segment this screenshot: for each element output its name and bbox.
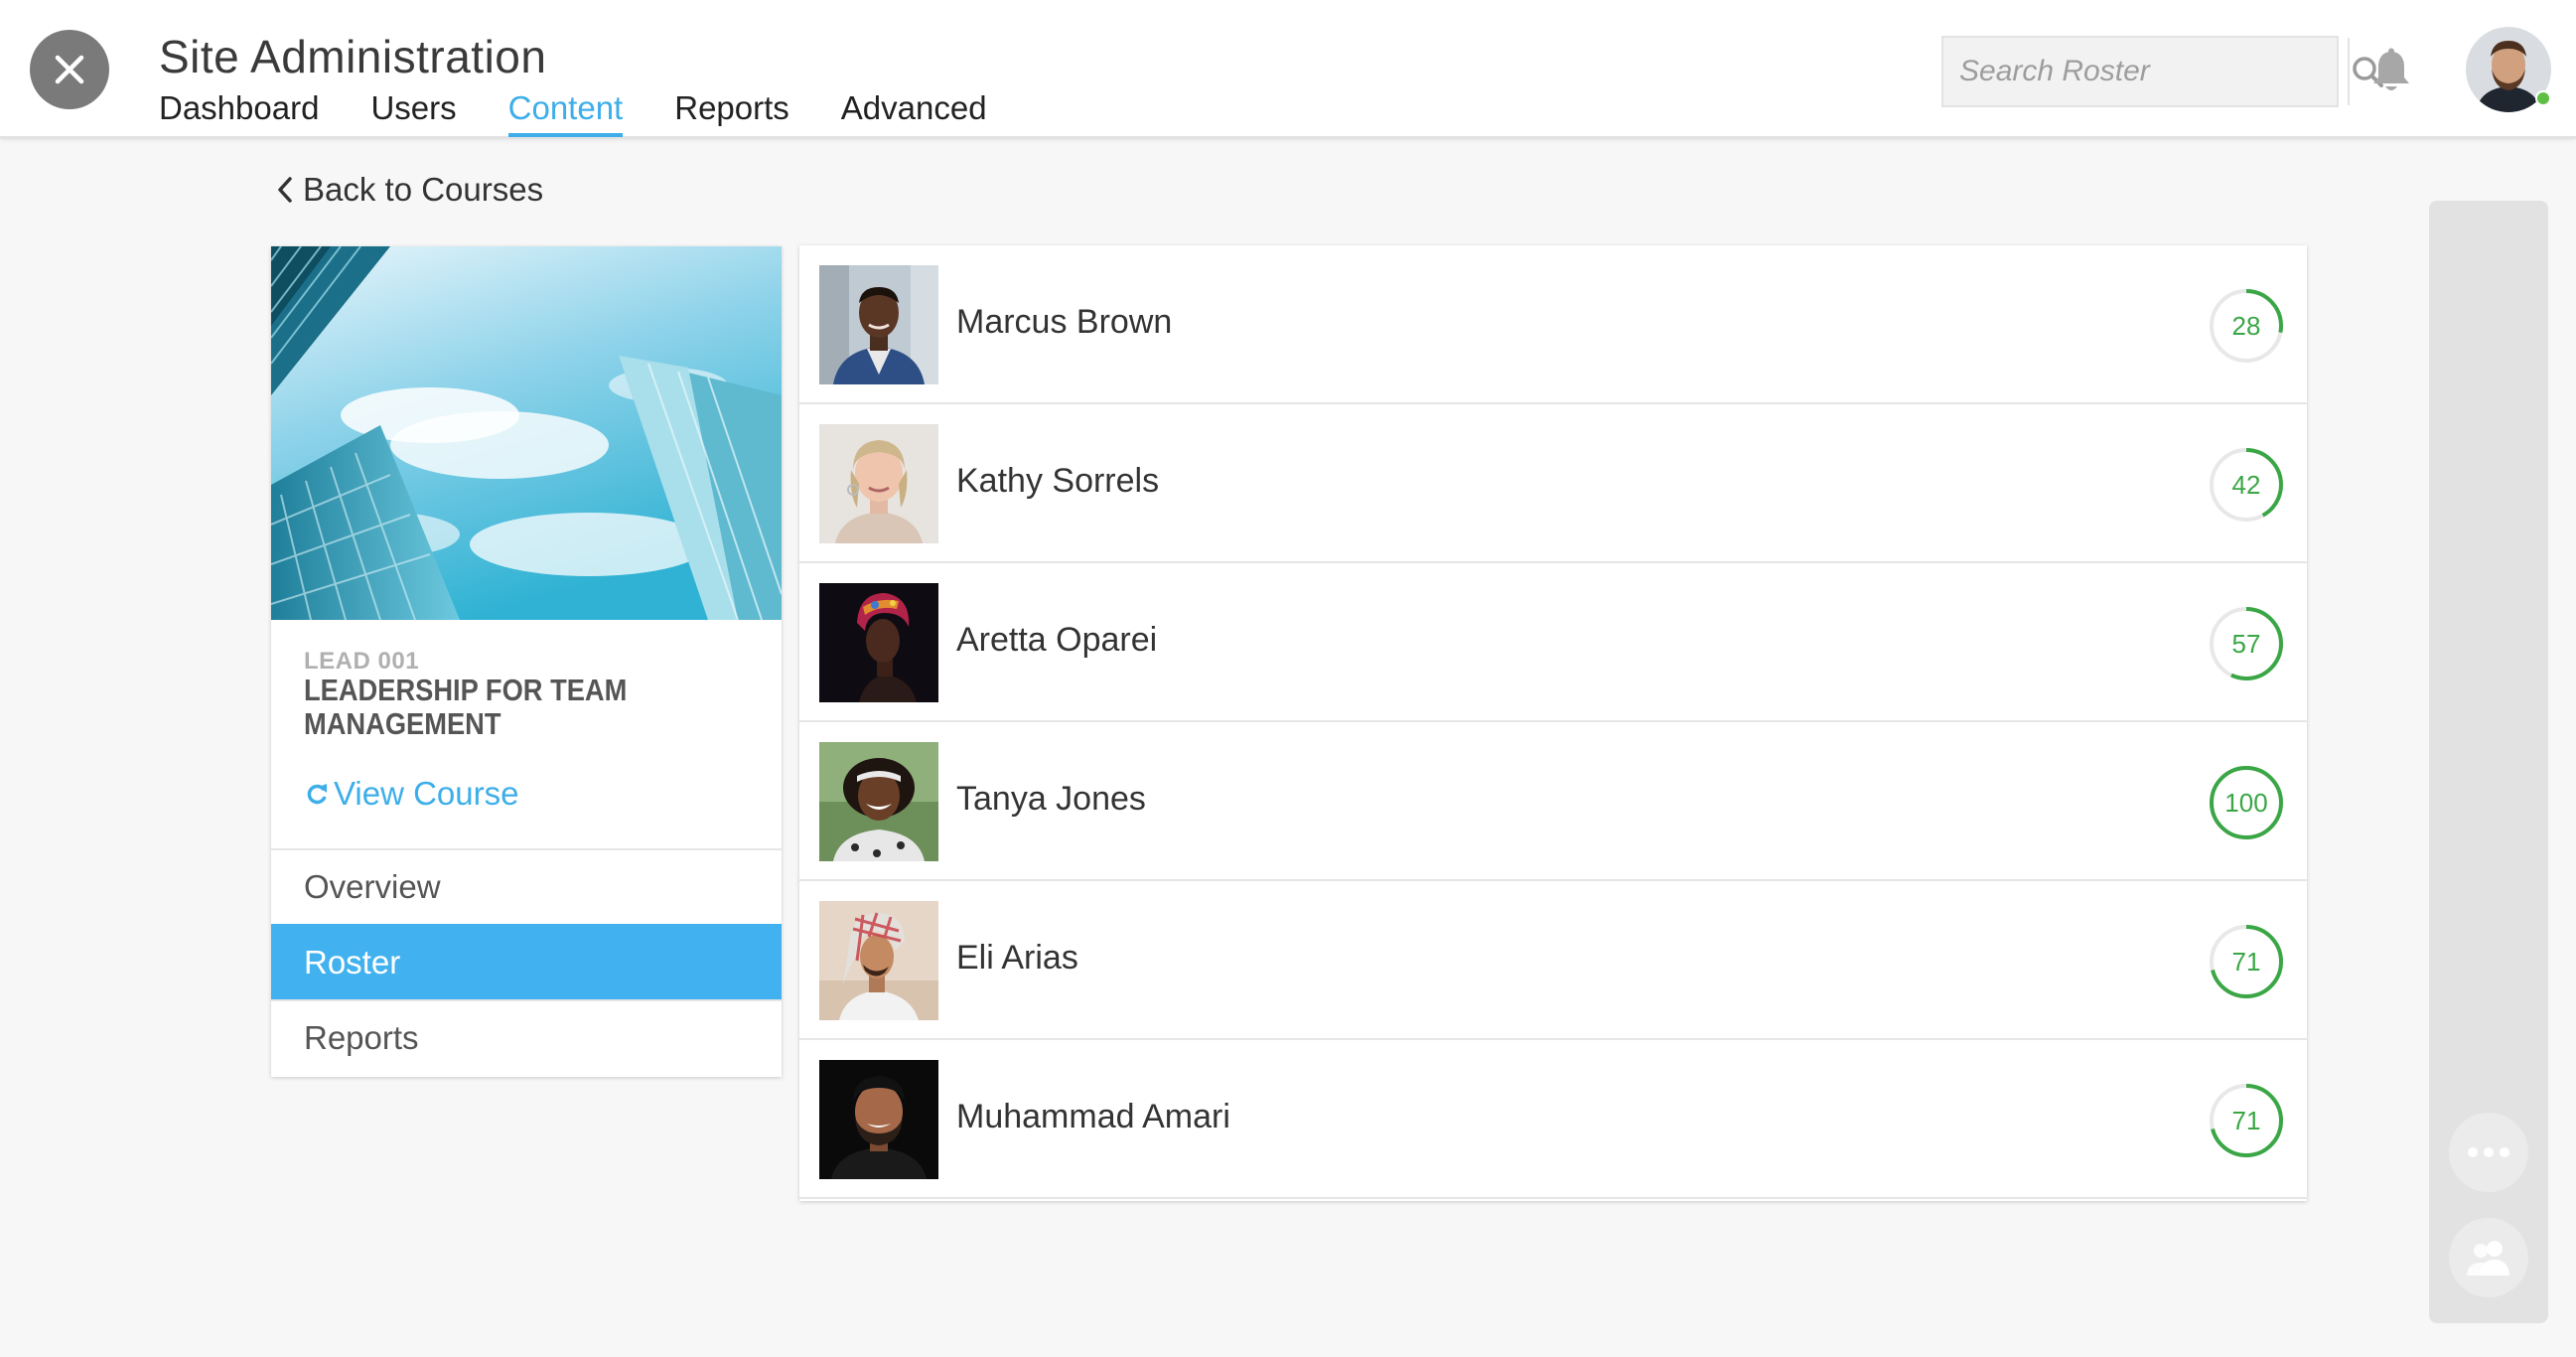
search-box bbox=[1941, 36, 2385, 107]
page-title: Site Administration bbox=[159, 31, 547, 82]
course-card: LEAD 001 LEADERSHIP FOR TEAM MANAGEMENT … bbox=[271, 246, 782, 1077]
member-name: Marcus Brown bbox=[956, 303, 1173, 341]
roster-row[interactable]: Marcus Brown 28 bbox=[799, 245, 2307, 404]
right-rail bbox=[2429, 201, 2548, 1323]
roster-row[interactable]: Eli Arias 71 bbox=[799, 881, 2307, 1040]
course-image bbox=[271, 246, 782, 620]
tab-content[interactable]: Content bbox=[507, 89, 624, 137]
roster-row[interactable]: Tanya Jones 100 bbox=[799, 722, 2307, 881]
member-photo bbox=[819, 1060, 938, 1179]
tab-advanced[interactable]: Advanced bbox=[841, 89, 987, 137]
tab-dashboard[interactable]: Dashboard bbox=[159, 89, 319, 137]
progress-ring: 100 bbox=[2208, 764, 2285, 841]
course-nav-roster[interactable]: Roster bbox=[271, 924, 782, 999]
member-photo bbox=[819, 742, 938, 861]
progress-value: 71 bbox=[2231, 946, 2261, 977]
progress-ring: 57 bbox=[2208, 605, 2285, 682]
search-input[interactable] bbox=[1943, 38, 2348, 105]
back-link-label: Back to Courses bbox=[303, 171, 544, 208]
progress-value: 100 bbox=[2224, 787, 2268, 818]
online-status-dot bbox=[2535, 90, 2551, 106]
top-header: Site Administration Dashboard Users Cont… bbox=[0, 0, 2576, 139]
progress-value: 71 bbox=[2231, 1105, 2261, 1135]
close-icon bbox=[55, 55, 84, 84]
progress-ring: 28 bbox=[2208, 287, 2285, 365]
member-name: Eli Arias bbox=[956, 939, 1078, 977]
progress-ring: 71 bbox=[2208, 923, 2285, 1000]
member-photo bbox=[819, 265, 938, 384]
group-button[interactable] bbox=[2449, 1218, 2528, 1297]
progress-value: 57 bbox=[2231, 628, 2261, 659]
roster-row[interactable]: Aretta Oparei 57 bbox=[799, 563, 2307, 722]
more-button[interactable] bbox=[2449, 1113, 2528, 1192]
roster-row[interactable]: Kathy Sorrels 42 bbox=[799, 404, 2307, 563]
course-title: LEADERSHIP FOR TEAM MANAGEMENT bbox=[304, 673, 628, 741]
course-nav-overview[interactable]: Overview bbox=[271, 848, 782, 924]
roster-list: Marcus Brown 28 Kathy Sorrels 42 Aretta … bbox=[799, 245, 2307, 1201]
chevron-left-icon bbox=[278, 177, 292, 203]
progress-value: 42 bbox=[2231, 469, 2261, 500]
notifications-button[interactable] bbox=[2363, 44, 2419, 99]
back-to-courses-link[interactable]: Back to Courses bbox=[275, 171, 543, 209]
course-code: LEAD 001 bbox=[304, 648, 420, 675]
member-name: Tanya Jones bbox=[956, 780, 1146, 818]
member-photo bbox=[819, 424, 938, 543]
main-tabs: Dashboard Users Content Reports Advanced bbox=[159, 89, 1039, 137]
member-photo bbox=[819, 583, 938, 702]
member-name: Aretta Oparei bbox=[956, 621, 1158, 659]
group-icon bbox=[2467, 1241, 2509, 1276]
refresh-icon bbox=[307, 784, 327, 805]
progress-value: 28 bbox=[2231, 310, 2261, 341]
tab-reports[interactable]: Reports bbox=[674, 89, 789, 137]
progress-ring: 42 bbox=[2208, 446, 2285, 524]
member-photo bbox=[819, 901, 938, 1020]
bell-icon bbox=[2373, 48, 2409, 90]
tab-users[interactable]: Users bbox=[370, 89, 456, 137]
course-nav: Overview Roster Reports bbox=[271, 848, 782, 1075]
member-name: Kathy Sorrels bbox=[956, 462, 1160, 500]
member-name: Muhammad Amari bbox=[956, 1098, 1230, 1135]
more-icon bbox=[2468, 1147, 2509, 1157]
view-course-label: View Course bbox=[334, 775, 519, 812]
close-button[interactable] bbox=[30, 30, 109, 109]
progress-ring: 71 bbox=[2208, 1082, 2285, 1159]
user-avatar[interactable] bbox=[2466, 27, 2551, 112]
roster-row[interactable]: Muhammad Amari 71 bbox=[799, 1040, 2307, 1199]
course-nav-reports[interactable]: Reports bbox=[271, 999, 782, 1075]
view-course-link[interactable]: View Course bbox=[304, 775, 518, 813]
